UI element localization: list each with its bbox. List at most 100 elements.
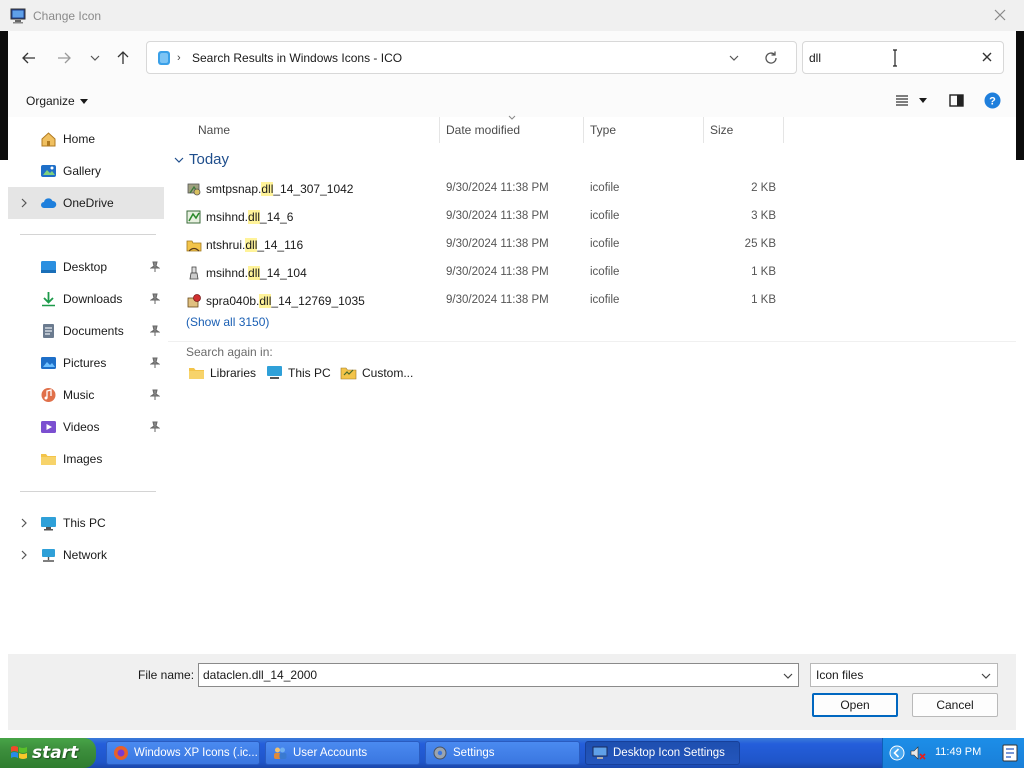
- command-bar: Organize ?: [8, 85, 1016, 117]
- file-type: icofile: [590, 210, 620, 222]
- chevron-down-icon: [174, 157, 184, 163]
- option-label: This PC: [288, 365, 331, 380]
- file-icon: [189, 266, 199, 280]
- taskbar-item-label: Settings: [453, 747, 495, 759]
- column-header-type[interactable]: Type: [590, 117, 616, 143]
- file-date: 9/30/2024 11:38 PM: [446, 182, 549, 194]
- chevron-down-icon: [90, 55, 100, 61]
- pin-icon[interactable]: [150, 325, 160, 337]
- recent-locations-button[interactable]: [84, 47, 106, 69]
- title-bar: Change Icon: [0, 0, 1024, 31]
- address-path: Search Results in Windows Icons - ICO: [192, 51, 403, 65]
- group-header-today[interactable]: Today: [174, 151, 229, 168]
- libraries-icon: [189, 368, 204, 379]
- column-divider[interactable]: [783, 117, 784, 143]
- column-divider[interactable]: [439, 117, 440, 143]
- view-dropdown-icon[interactable]: [919, 98, 927, 103]
- list-item[interactable]: smtpsnap.dll_14_307_1042 9/30/2024 11:38…: [180, 175, 792, 203]
- network-icon: [42, 549, 55, 562]
- view-options-icon[interactable]: [895, 94, 909, 106]
- chevron-right-icon[interactable]: [20, 550, 28, 560]
- search-again-libraries[interactable]: Libraries: [188, 365, 256, 380]
- file-type: icofile: [590, 238, 620, 250]
- address-dropdown-icon[interactable]: [728, 52, 740, 64]
- pin-icon[interactable]: [150, 261, 160, 273]
- taskbar-item-browser[interactable]: Windows XP Icons (.ic...: [106, 741, 260, 765]
- taskbar-item-user-accounts[interactable]: User Accounts: [265, 741, 420, 765]
- file-name: spra040b.dll_14_12769_1035: [206, 294, 365, 308]
- list-item[interactable]: spra040b.dll_14_12769_1035 9/30/2024 11:…: [180, 287, 792, 315]
- file-size: 25 KB: [744, 238, 776, 250]
- column-header-size[interactable]: Size: [710, 117, 733, 143]
- sidebar-item-network[interactable]: Network: [8, 539, 164, 571]
- list-item[interactable]: ntshrui.dll_14_116 9/30/2024 11:38 PM ic…: [180, 231, 792, 259]
- close-icon[interactable]: [992, 7, 1008, 23]
- file-date: 9/30/2024 11:38 PM: [446, 238, 549, 250]
- search-input[interactable]: [809, 48, 969, 68]
- file-size: 1 KB: [751, 294, 776, 306]
- show-hidden-icons-icon[interactable]: [889, 745, 905, 761]
- column-divider[interactable]: [703, 117, 704, 143]
- search-again-this-pc[interactable]: This PC: [266, 365, 331, 380]
- list-item[interactable]: msihnd.dll_14_6 9/30/2024 11:38 PM icofi…: [180, 203, 792, 231]
- column-header-name[interactable]: Name: [198, 117, 230, 143]
- pin-icon[interactable]: [150, 421, 160, 433]
- sidebar-item-images[interactable]: Images: [8, 443, 164, 475]
- sidebar-item-label: Network: [63, 548, 108, 562]
- sidebar-item-onedrive[interactable]: OneDrive: [8, 187, 164, 219]
- chevron-right-icon[interactable]: [20, 198, 28, 208]
- system-tray: 11:49 PM: [882, 738, 1024, 768]
- desktop-icon: [41, 261, 56, 273]
- backdrop-left: [0, 30, 8, 160]
- start-button[interactable]: start: [0, 738, 96, 768]
- taskbar-item-desktop-icon-settings[interactable]: Desktop Icon Settings: [585, 741, 740, 765]
- svg-text:?: ?: [989, 96, 996, 108]
- column-divider[interactable]: [583, 117, 584, 143]
- notification-icon[interactable]: [1002, 744, 1018, 762]
- file-icon: [187, 294, 201, 308]
- sidebar-item-documents[interactable]: Documents: [8, 315, 164, 347]
- file-name-input[interactable]: [203, 667, 773, 683]
- sidebar-item-videos[interactable]: Videos: [8, 411, 164, 443]
- clock: 11:49 PM: [935, 746, 982, 758]
- chevron-down-icon[interactable]: [783, 672, 793, 680]
- list-item[interactable]: msihnd.dll_14_104 9/30/2024 11:38 PM ico…: [180, 259, 792, 287]
- clear-search-icon[interactable]: [981, 51, 993, 63]
- preview-pane-icon[interactable]: [949, 94, 964, 107]
- pin-icon[interactable]: [150, 389, 160, 401]
- search-again-custom[interactable]: Custom...: [340, 365, 413, 380]
- file-name-combobox[interactable]: [198, 663, 799, 687]
- sidebar-item-music[interactable]: Music: [8, 379, 164, 411]
- pin-icon[interactable]: [150, 293, 160, 305]
- file-size: 3 KB: [751, 210, 776, 222]
- taskbar-item-settings[interactable]: Settings: [425, 741, 580, 765]
- pin-icon[interactable]: [150, 357, 160, 369]
- up-button[interactable]: [112, 47, 134, 69]
- back-button[interactable]: [18, 47, 40, 69]
- text-cursor-icon: [893, 49, 897, 67]
- show-all-link[interactable]: (Show all 3150): [186, 315, 269, 329]
- forward-button[interactable]: [53, 47, 75, 69]
- windows-logo-icon: [11, 746, 27, 759]
- file-type-select[interactable]: Icon files: [810, 663, 998, 687]
- videos-icon: [41, 421, 56, 433]
- sidebar-item-downloads[interactable]: Downloads: [8, 283, 164, 315]
- sidebar-item-gallery[interactable]: Gallery: [8, 155, 164, 187]
- refresh-icon[interactable]: [763, 50, 779, 66]
- file-type: icofile: [590, 294, 620, 306]
- help-icon[interactable]: ?: [984, 92, 1001, 109]
- sidebar-item-pictures[interactable]: Pictures: [8, 347, 164, 379]
- sidebar-item-desktop[interactable]: Desktop: [8, 251, 164, 283]
- column-header-date[interactable]: Date modified: [446, 117, 520, 143]
- taskbar-item-label: Desktop Icon Settings: [613, 747, 725, 759]
- search-box[interactable]: [802, 41, 1004, 74]
- search-again-divider: [168, 341, 1016, 342]
- volume-muted-icon[interactable]: [909, 745, 927, 761]
- address-bar[interactable]: › Search Results in Windows Icons - ICO: [146, 41, 797, 74]
- open-button[interactable]: Open: [812, 693, 898, 717]
- sidebar-item-this-pc[interactable]: This PC: [8, 507, 164, 539]
- chevron-right-icon[interactable]: [20, 518, 28, 528]
- organize-button[interactable]: Organize: [26, 94, 88, 108]
- cancel-button[interactable]: Cancel: [912, 693, 998, 717]
- sidebar-item-home[interactable]: Home: [8, 123, 164, 155]
